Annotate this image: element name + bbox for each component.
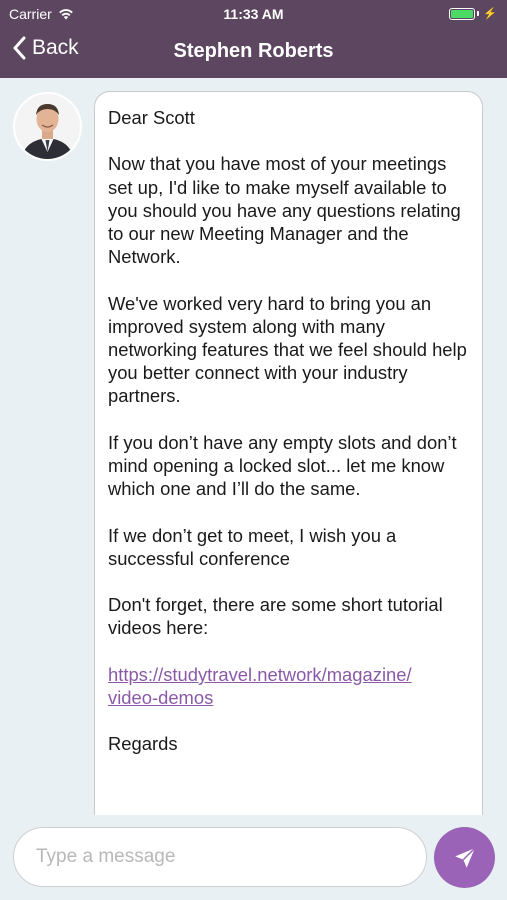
charging-bolt-icon: ⚡	[483, 8, 497, 20]
message-paragraph: We've worked very hard to bring you an i…	[108, 292, 467, 407]
send-icon	[454, 847, 475, 868]
page-title: Stephen Roberts	[173, 40, 334, 62]
message-paragraph: If we don’t get to meet, I wish you a su…	[108, 524, 397, 569]
avatar	[13, 92, 82, 161]
message-composer	[0, 815, 507, 900]
message-input[interactable]	[13, 827, 427, 887]
tutorial-link[interactable]: https://studytravel.network/magazine/ vi…	[108, 663, 469, 709]
message-body: Dear Scott Now that you have most of you…	[95, 92, 482, 756]
tutorial-link-line1[interactable]: https://studytravel.network/magazine/	[108, 664, 412, 685]
message-signoff: Regards	[108, 733, 178, 755]
message-paragraph: Don't forget, there are some short tutor…	[108, 594, 443, 639]
app-header: Carrier 11:33 AM ⚡ Back Stephen Roberts	[0, 0, 507, 78]
message-paragraph: Now that you have most of your meetings …	[108, 153, 461, 268]
status-time: 11:33 AM	[223, 6, 284, 22]
message-greeting: Dear Scott	[108, 107, 195, 128]
tutorial-link-line2[interactable]: video-demos	[108, 687, 213, 708]
message-paragraph: If you don’t have any empty slots and do…	[108, 431, 457, 500]
person-avatar-icon	[15, 94, 80, 159]
send-button[interactable]	[434, 827, 495, 888]
battery-fill	[451, 9, 474, 18]
status-bar: Carrier 11:33 AM ⚡	[0, 0, 507, 28]
message-bubble: Dear Scott Now that you have most of you…	[94, 91, 483, 831]
battery-icon: ⚡	[449, 7, 497, 20]
